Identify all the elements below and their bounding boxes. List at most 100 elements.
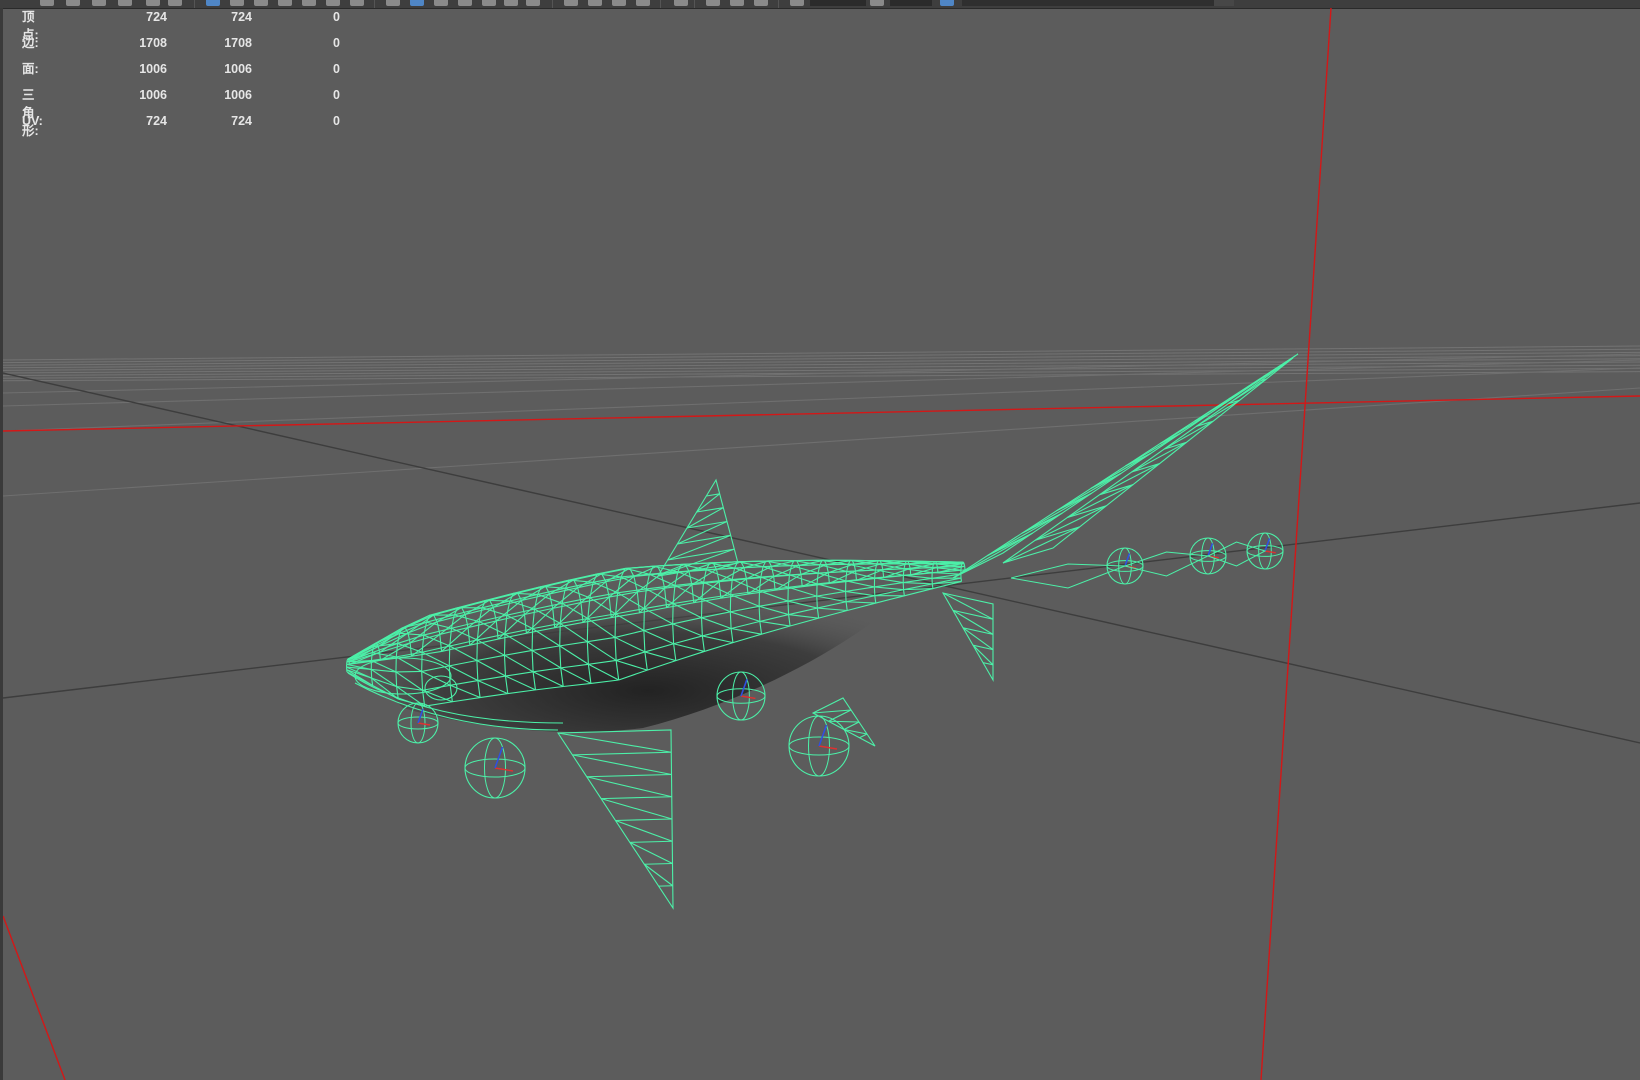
hud-value: 1006 [139,62,167,76]
hud-value: 1006 [224,88,252,102]
mesh-edge [960,563,963,567]
grid-horizon [3,345,1640,382]
grid-axis-lines [3,372,1640,744]
mesh-edge [763,565,792,568]
lighting-icon[interactable] [458,0,472,6]
mesh-edge [377,646,381,653]
joint-gizmo[interactable] [788,715,850,777]
camera-icon[interactable] [146,0,160,6]
xray-icon[interactable] [504,0,518,6]
anti-aliasing-icon[interactable] [612,0,626,6]
hud-value: 724 [231,114,252,128]
mesh-edge [541,579,570,588]
mesh-edge [614,613,617,638]
lower-tail-lobe [941,592,994,683]
mesh-edge [485,592,514,601]
mesh-edge [962,561,965,564]
mesh-edge [791,564,820,567]
lasso-icon[interactable] [66,0,80,6]
mesh-edge [963,563,966,567]
view-transform-arrow[interactable] [1214,0,1234,6]
mesh-edge [705,562,711,570]
pectoral-fin [556,729,674,910]
resolution-gate-icon[interactable] [278,0,292,6]
mesh-edge [874,569,876,579]
depth-of-field-icon[interactable] [636,0,650,6]
isolate-icon[interactable] [168,0,182,6]
hud-label: 边: [22,36,39,50]
hud-value: 0 [333,88,340,102]
single-view-icon[interactable] [206,0,220,6]
isolate-select-icon[interactable] [674,0,688,6]
hud-value: 724 [146,114,167,128]
xray-joints-icon[interactable] [526,0,540,6]
hud-value: 0 [333,36,340,50]
hud-label: 面: [22,62,39,76]
select-tool-icon[interactable] [40,0,54,6]
color-management-icon[interactable] [940,0,954,6]
mesh-edge [559,623,561,646]
gate-mask-icon[interactable] [302,0,316,6]
mesh-edge [429,607,458,616]
move-icon[interactable] [118,0,132,6]
safe-action-icon[interactable] [350,0,364,6]
mesh-edge [961,561,964,564]
grease-pencil-icon[interactable] [730,0,744,6]
shaded-icon[interactable] [410,0,424,6]
hud-value: 1708 [139,36,167,50]
film-gate-icon[interactable] [254,0,268,6]
exposure-icon[interactable] [790,0,804,6]
mesh-edge [816,596,818,609]
mesh-edge [819,563,849,566]
motion-blur-icon[interactable] [588,0,602,6]
mesh-edge [932,572,961,575]
hud-value: 1708 [224,36,252,50]
3d-viewport[interactable] [3,8,1640,1080]
mesh-edge [450,614,455,629]
wireframe-icon[interactable] [386,0,400,6]
ambient-occlusion-icon[interactable] [564,0,578,6]
joint-gizmo[interactable] [464,737,526,799]
textured-icon[interactable] [434,0,448,6]
hud-value: 1006 [139,88,167,102]
hud-label: UV: [22,114,43,128]
mesh-edge [737,560,766,563]
mesh-edge [734,566,764,569]
mesh-edge [787,601,790,615]
mesh-edge [931,567,934,573]
hud-value: 1006 [224,62,252,76]
mesh-edge [625,565,654,569]
tail-lobe-inner [1002,357,1294,564]
mesh-edge [423,622,428,636]
hud-value: 0 [333,114,340,128]
hud-value: 0 [333,62,340,76]
backface-icon[interactable] [754,0,768,6]
view-transform-dropdown[interactable] [962,0,1214,6]
mesh-edge [395,671,398,687]
grid-icon[interactable] [230,0,244,6]
mesh-edge [758,606,761,622]
exposure-field[interactable] [810,0,866,6]
mesh-edge [370,652,373,661]
paint-icon[interactable] [92,0,106,6]
mesh-edge [648,565,654,575]
viewport-grid [3,353,1640,497]
hud-value: 724 [146,10,167,24]
mesh-edge [485,599,510,602]
mesh-edge [902,568,905,576]
mesh-edge [457,599,486,609]
mesh-edge [729,611,732,629]
mesh-edge [586,618,589,642]
hud-value: 0 [333,10,340,24]
world-axis-red [3,8,1640,1080]
mesh-edge [931,583,934,589]
mesh-edge [709,561,738,564]
shadow-icon[interactable] [482,0,496,6]
field-chart-icon[interactable] [326,0,340,6]
gamma-icon[interactable] [870,0,884,6]
gamma-field[interactable] [890,0,932,6]
hud-icon[interactable] [706,0,720,6]
mesh-edge [513,585,542,594]
hud-value: 724 [231,10,252,24]
dorsal-fin [656,478,739,577]
